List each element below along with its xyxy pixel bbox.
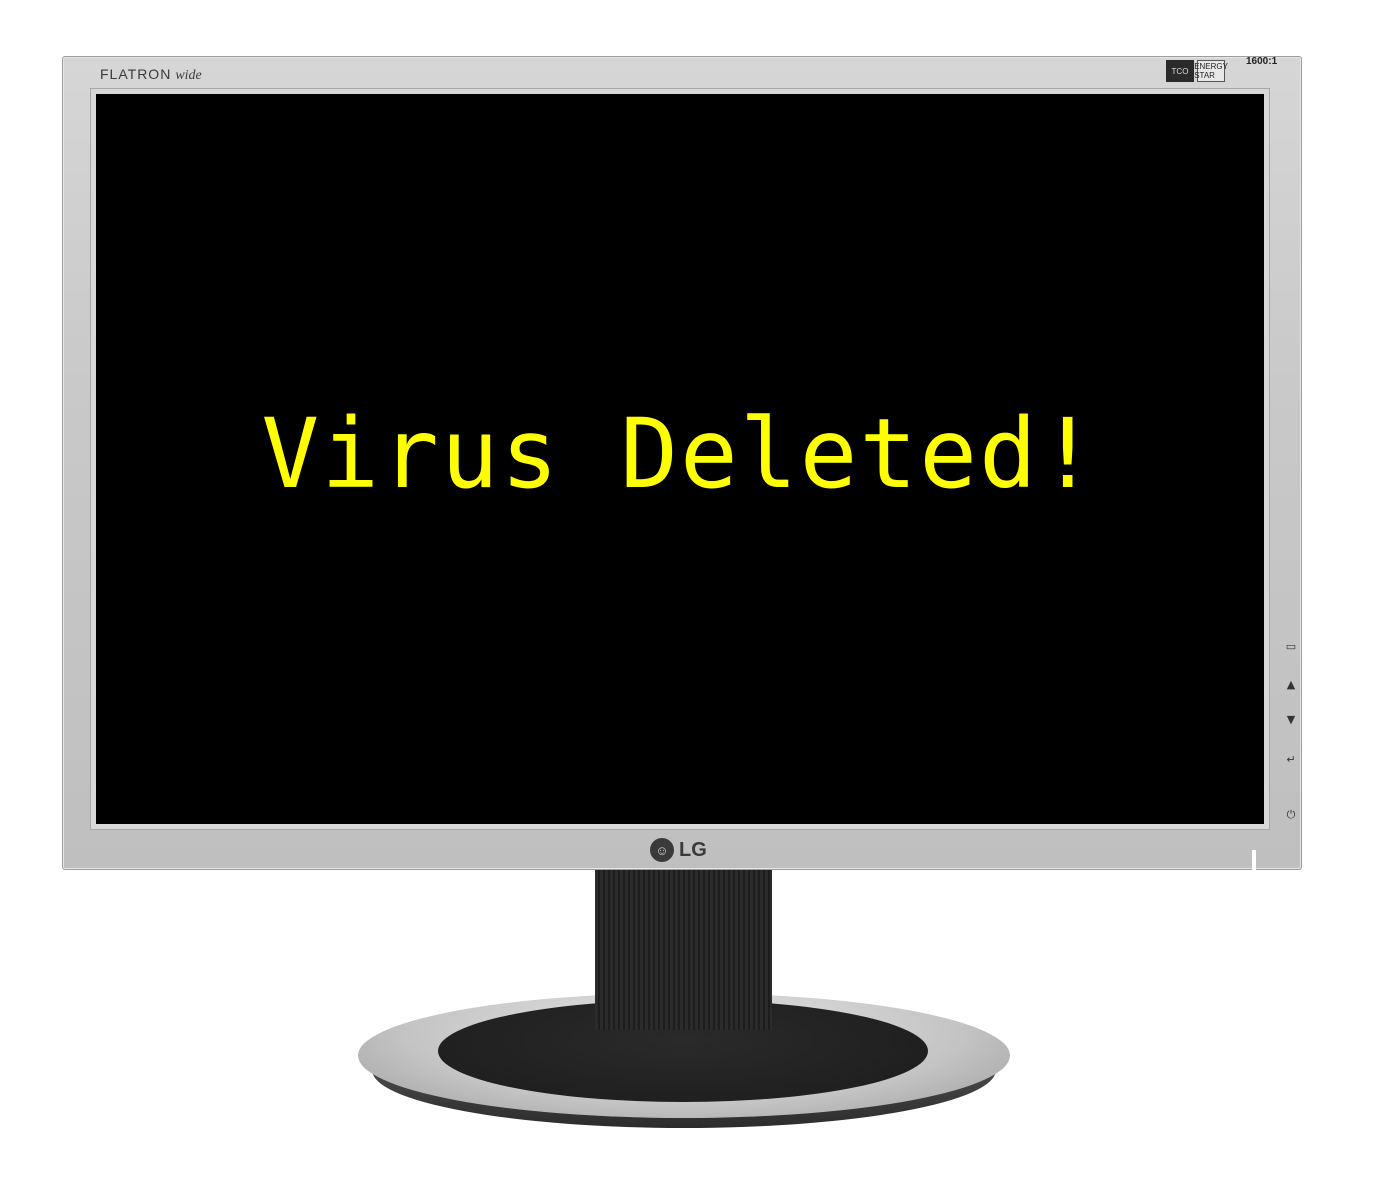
menu-button[interactable]: ▭: [1281, 640, 1301, 653]
brand-name: LG: [679, 838, 707, 861]
certification-badges: TCO ENERGY STAR: [1166, 60, 1228, 82]
enter-icon: ↵: [1286, 753, 1296, 766]
power-button[interactable]: ⏻: [1281, 808, 1301, 822]
stand-neck: [595, 870, 772, 1030]
contrast-ratio: 1600:1: [1246, 56, 1278, 67]
down-button[interactable]: ▼: [1281, 713, 1301, 726]
contrast-badge: 1600:1: [1246, 56, 1278, 67]
tco-badge-icon: TCO: [1166, 60, 1194, 82]
bezel-notch: [1252, 850, 1256, 870]
arrow-down-icon: ▼: [1286, 713, 1296, 726]
up-button[interactable]: ▲: [1281, 678, 1301, 691]
model-suffix: wide: [175, 68, 202, 83]
lg-logo: ☺ LG: [650, 838, 707, 862]
monitor-screen: Virus Deleted!: [96, 94, 1264, 824]
energy-star-badge-icon: ENERGY STAR: [1194, 60, 1228, 82]
enter-button[interactable]: ↵: [1281, 753, 1301, 766]
model-name: FLATRON: [100, 66, 172, 82]
screen-message: Virus Deleted!: [261, 398, 1099, 510]
arrow-up-icon: ▲: [1286, 678, 1296, 691]
model-label: FLATRON wide: [100, 66, 202, 84]
lg-face-icon: ☺: [650, 838, 674, 862]
menu-icon: ▭: [1285, 640, 1297, 653]
power-icon: ⏻: [1286, 808, 1296, 821]
